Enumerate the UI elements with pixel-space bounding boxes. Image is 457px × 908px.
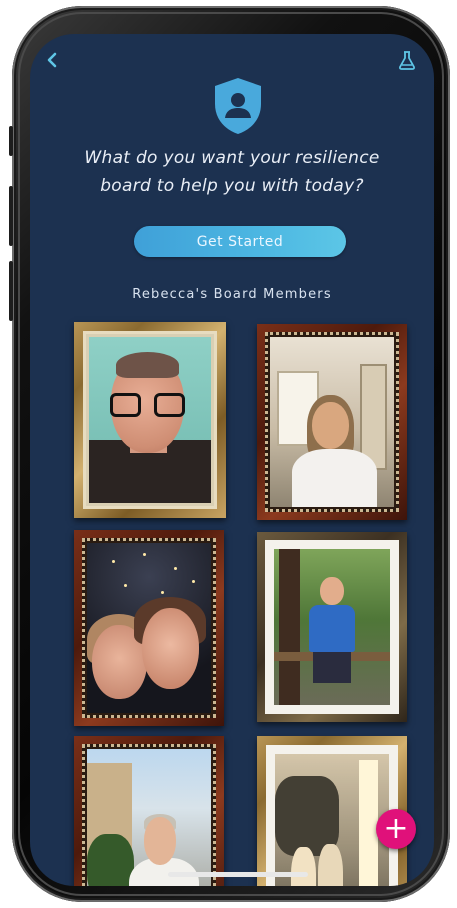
member-photo xyxy=(87,543,211,713)
plus-icon: + xyxy=(383,811,409,846)
member-photo xyxy=(89,337,211,503)
member-photo xyxy=(274,549,390,705)
back-button[interactable] xyxy=(40,48,64,72)
member-photo xyxy=(270,337,394,507)
frame-mat xyxy=(82,538,216,718)
chevron-left-icon xyxy=(47,52,57,68)
board-member-card[interactable] xyxy=(74,322,226,518)
member-photo xyxy=(87,749,211,886)
home-indicator[interactable] xyxy=(168,872,308,877)
frame-mat xyxy=(266,745,398,886)
get-started-button[interactable]: Get Started xyxy=(134,226,346,257)
board-member-card[interactable] xyxy=(257,532,407,722)
app-screen: What do you want your resilience board t… xyxy=(30,34,434,886)
shield-user-icon xyxy=(215,78,261,134)
frame-mat xyxy=(82,744,216,886)
board-member-card[interactable] xyxy=(74,530,224,726)
mute-switch xyxy=(9,126,13,156)
flask-icon xyxy=(399,51,415,70)
prompt-line-2: board to help you with today? xyxy=(100,176,364,196)
volume-down-button xyxy=(9,261,13,321)
frame-mat xyxy=(265,540,399,714)
member-photo xyxy=(275,754,389,886)
frame-mat xyxy=(83,331,217,509)
prompt-question: What do you want your resilience board t… xyxy=(50,144,414,200)
board-member-card[interactable] xyxy=(257,324,407,520)
frame-mat xyxy=(265,332,399,512)
lab-button[interactable] xyxy=(396,48,418,72)
board-members-heading: Rebecca's Board Members xyxy=(132,287,332,302)
volume-up-button xyxy=(9,186,13,246)
board-member-card[interactable] xyxy=(74,736,224,886)
prompt-line-1: What do you want your resilience xyxy=(84,148,380,168)
add-member-button[interactable]: + xyxy=(376,809,416,849)
